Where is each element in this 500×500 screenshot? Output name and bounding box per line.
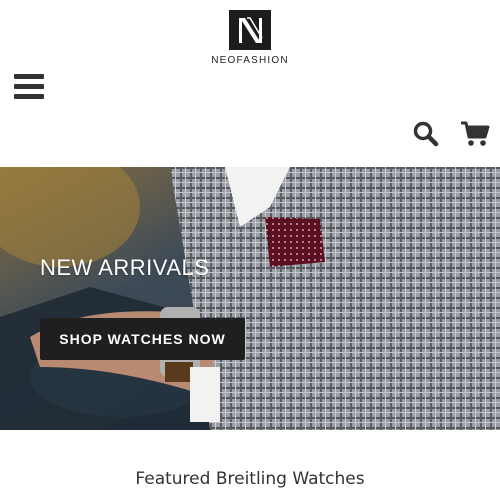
shopping-cart-icon[interactable]: [460, 120, 490, 148]
hero-title: NEW ARRIVALS: [40, 255, 210, 280]
brand-logo-icon[interactable]: [229, 10, 271, 50]
search-icon[interactable]: [413, 121, 439, 147]
brand-name[interactable]: NEOFASHION: [190, 55, 310, 66]
featured-section-title: Featured Breitling Watches: [135, 469, 365, 489]
site-header: NEOFASHION: [0, 0, 500, 167]
hamburger-menu-icon[interactable]: [14, 74, 44, 100]
hero-banner[interactable]: [0, 167, 500, 430]
hero-background-image: [0, 167, 500, 430]
shop-watches-button[interactable]: SHOP WATCHES NOW: [40, 318, 245, 360]
